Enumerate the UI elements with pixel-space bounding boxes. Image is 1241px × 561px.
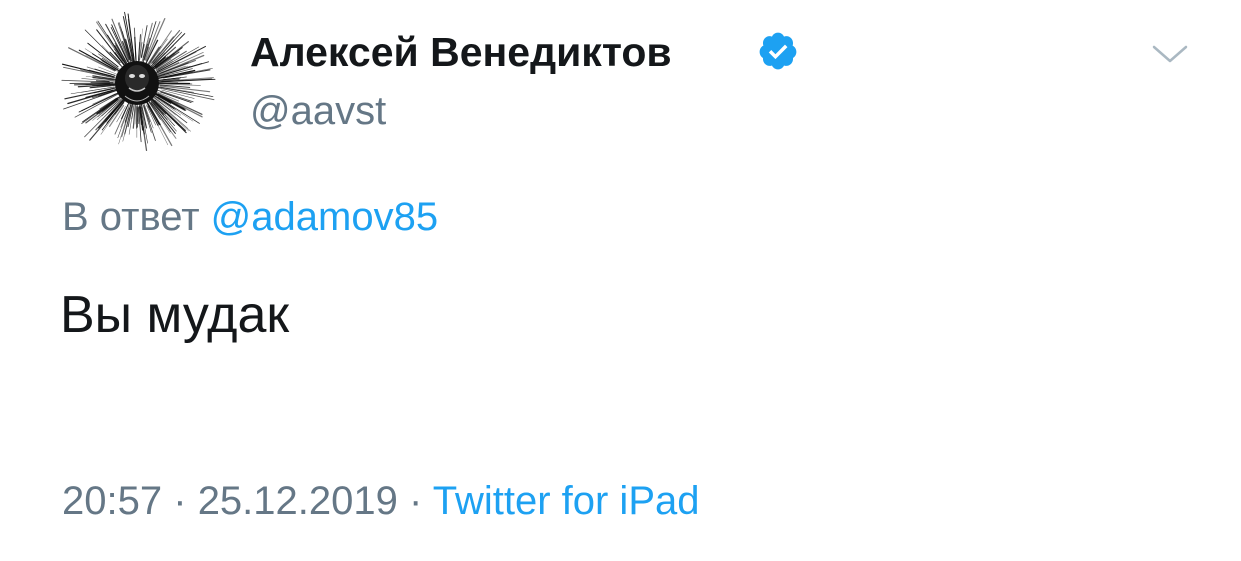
tweet-time[interactable]: 20:57 [62,479,162,523]
author-handle[interactable]: @aavst [250,88,386,134]
author-display-name[interactable]: Алексей Венедиктов [250,28,672,76]
tweet-text: Вы мудак [60,286,290,344]
reply-mention-link[interactable]: @adamov85 [211,195,438,239]
avatar[interactable] [52,8,222,158]
verified-badge-icon [759,32,797,70]
meta-separator: · [173,479,187,523]
chevron-down-icon[interactable] [1148,38,1192,68]
tweet-card: Алексей Венедиктов @aavst В ответ @adamo… [0,0,1241,561]
tweet-date[interactable]: 25.12.2019 [198,479,398,523]
tweet-meta: 20:57 · 25.12.2019 · Twitter for iPad [62,476,700,526]
tweet-source-link[interactable]: Twitter for iPad [433,479,700,523]
reply-prefix: В ответ [62,195,200,239]
reply-context: В ответ @adamov85 [62,193,438,241]
meta-separator: · [409,479,423,523]
